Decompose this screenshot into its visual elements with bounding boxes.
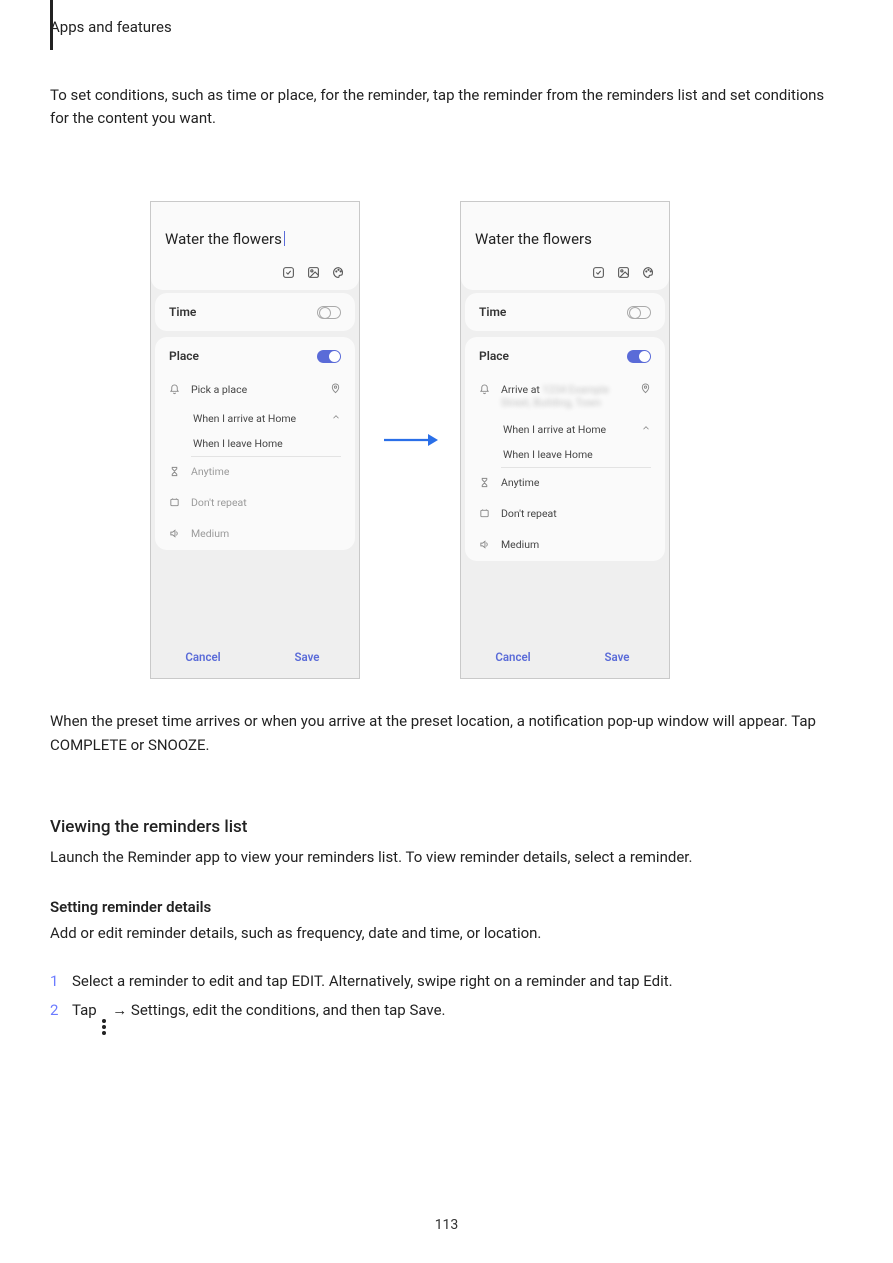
step-1: 1 Select a reminder to edit and tap EDIT… <box>50 967 833 996</box>
pick-place-text: Pick a place <box>191 383 320 396</box>
reminder-title[interactable]: Water the flowers <box>475 230 592 248</box>
place-toggle[interactable] <box>317 350 341 363</box>
option-arrive[interactable]: When I arrive at Home <box>465 417 665 442</box>
anytime-row[interactable]: Anytime <box>465 468 665 499</box>
step-2-prefix: Tap <box>72 1001 97 1019</box>
cancel-button[interactable]: Cancel <box>151 650 255 664</box>
page-content: Apps and features To set conditions, suc… <box>50 0 833 1263</box>
checkbox-icon[interactable] <box>282 266 295 282</box>
spacer <box>461 564 669 636</box>
page-number: 113 <box>0 1217 893 1233</box>
place-label: Place <box>169 349 199 363</box>
palette-icon[interactable] <box>332 266 345 282</box>
step-number: 2 <box>50 996 66 1035</box>
hourglass-icon <box>479 477 491 491</box>
time-label: Time <box>169 305 196 319</box>
arrive-at-text: Arrive at 1234 Example Street, Building,… <box>501 383 630 409</box>
option-leave[interactable]: When I leave Home <box>465 442 665 467</box>
save-button[interactable]: Save <box>565 650 669 664</box>
step-2: 2 Tap → Settings, edit the conditions, a… <box>50 996 833 1035</box>
below-paragraph: When the preset time arrives or when you… <box>50 709 833 757</box>
reminder-title[interactable]: Water the flowers <box>165 230 282 248</box>
reminder-screen-after: Water the flowers Time Place <box>460 201 670 679</box>
repeat-icon <box>479 508 491 522</box>
option-arrive[interactable]: When I arrive at Home <box>155 406 355 431</box>
place-toggle[interactable] <box>627 350 651 363</box>
option-arrive-text: When I arrive at Home <box>503 423 606 436</box>
location-pin-icon[interactable] <box>640 383 651 397</box>
more-options-icon <box>102 1019 106 1035</box>
subheading: Viewing the reminders list <box>50 817 833 837</box>
checkbox-icon[interactable] <box>592 266 605 282</box>
subheading-paragraph: Launch the Reminder app to view your rem… <box>50 845 833 869</box>
time-card: Time <box>465 293 665 331</box>
text-cursor <box>284 231 285 246</box>
intro-paragraph: To set conditions, such as time or place… <box>50 80 833 131</box>
spacer <box>151 553 359 636</box>
image-icon[interactable] <box>617 266 630 282</box>
anytime-row[interactable]: Anytime <box>155 457 355 488</box>
anytime-text: Anytime <box>191 465 341 478</box>
time-card: Time <box>155 293 355 331</box>
option-arrive-text: When I arrive at Home <box>193 412 296 425</box>
repeat-text: Don't repeat <box>191 496 341 509</box>
reminder-screen-before: Water the flowers Time Place <box>150 201 360 679</box>
option-leave-text: When I leave Home <box>503 448 593 461</box>
arrow-icon <box>380 430 440 450</box>
repeat-icon <box>169 497 181 511</box>
option-leave-text: When I leave Home <box>193 437 283 450</box>
location-pin-icon[interactable] <box>330 383 341 397</box>
steps-list: 1 Select a reminder to edit and tap EDIT… <box>50 967 833 1035</box>
title-card: Water the flowers <box>151 202 359 290</box>
chevron-up-icon <box>331 412 341 425</box>
section-header: Apps and features <box>50 0 833 40</box>
time-toggle[interactable] <box>317 306 341 319</box>
chevron-up-icon <box>641 423 651 436</box>
cancel-button[interactable]: Cancel <box>461 650 565 664</box>
steps-heading: Setting reminder details <box>50 895 833 919</box>
place-card: Place Pick a place When I arrive at Home… <box>155 337 355 550</box>
place-card: Place Arrive at 1234 Example Street, Bui… <box>465 337 665 561</box>
repeat-text: Don't repeat <box>501 507 651 520</box>
option-leave[interactable]: When I leave Home <box>155 431 355 456</box>
time-label: Time <box>479 305 506 319</box>
hourglass-icon <box>169 466 181 480</box>
repeat-row[interactable]: Don't repeat <box>155 488 355 519</box>
step-2-suffix: → Settings, edit the conditions, and the… <box>112 1001 445 1019</box>
volume-text: Medium <box>501 538 651 551</box>
volume-icon <box>479 539 491 553</box>
pick-place-row[interactable]: Pick a place <box>155 375 355 406</box>
time-toggle[interactable] <box>627 306 651 319</box>
arrive-at-row[interactable]: Arrive at 1234 Example Street, Building,… <box>465 375 665 417</box>
image-icon[interactable] <box>307 266 320 282</box>
volume-text: Medium <box>191 527 341 540</box>
bell-icon <box>169 384 181 398</box>
volume-icon <box>169 528 181 542</box>
bell-icon <box>479 384 491 398</box>
palette-icon[interactable] <box>642 266 655 282</box>
repeat-row[interactable]: Don't repeat <box>465 499 665 530</box>
place-label: Place <box>479 349 509 363</box>
arrive-prefix: Arrive at <box>501 383 542 396</box>
step-2-text: Tap → Settings, edit the conditions, and… <box>72 996 445 1035</box>
anytime-text: Anytime <box>501 476 651 489</box>
volume-row[interactable]: Medium <box>465 530 665 561</box>
step-number: 1 <box>50 967 66 996</box>
title-card: Water the flowers <box>461 202 669 290</box>
steps-intro: Add or edit reminder details, such as fr… <box>50 921 833 945</box>
save-button[interactable]: Save <box>255 650 359 664</box>
step-1-text: Select a reminder to edit and tap EDIT. … <box>72 967 673 996</box>
screenshot-row: Water the flowers Time Place <box>150 201 833 679</box>
volume-row[interactable]: Medium <box>155 519 355 550</box>
